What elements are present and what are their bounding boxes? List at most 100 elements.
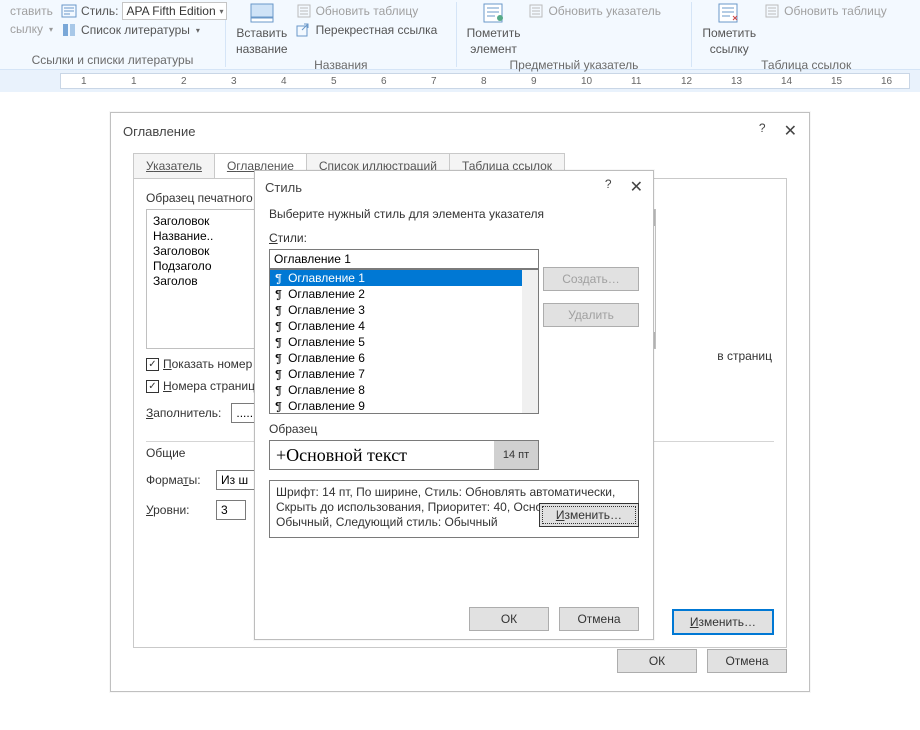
formats-combo[interactable]: Из ш: [216, 470, 256, 490]
new-style-button: Создать…: [543, 267, 639, 291]
style-icon: [61, 3, 77, 19]
style-list-item[interactable]: ¶ Оглавление 8: [270, 382, 538, 398]
style-list-item[interactable]: ¶ Оглавление 5: [270, 334, 538, 350]
style-list-item-label: Оглавление 7: [288, 367, 365, 381]
ruler-tick: 13: [731, 76, 742, 87]
style-row: Стиль: APA Fifth Edition▾: [61, 2, 227, 20]
cross-reference-row[interactable]: Перекрестная ссылка: [296, 21, 438, 39]
close-icon[interactable]: ✕: [630, 177, 643, 197]
style-list-item[interactable]: ¶Оглавление 6: [270, 350, 538, 366]
sample-preview: +Основной текст 14 пт: [269, 440, 539, 470]
insert-citation-line2[interactable]: сылку▾: [10, 20, 53, 38]
bibliography-row[interactable]: Список литературы▾: [61, 21, 227, 39]
modify-toc-button[interactable]: Изменить…: [672, 609, 774, 635]
cross-ref-icon: [296, 22, 312, 38]
style-list-item-label: Оглавление 4: [288, 319, 365, 333]
ruler-tick: 12: [681, 76, 692, 87]
ruler-tick: 1: [131, 76, 137, 87]
ribbon-group-label: Ссылки и списки литературы: [10, 51, 215, 67]
ruler-tick: 2: [181, 76, 187, 87]
style-name-input[interactable]: Оглавление 1: [269, 249, 539, 269]
delete-style-button: Удалить: [543, 303, 639, 327]
ribbon-group-label: Названия: [236, 56, 446, 72]
close-icon[interactable]: ✕: [784, 121, 797, 141]
insert-caption-button[interactable]: Вставить название: [236, 2, 288, 56]
checkbox-icon: ✓: [146, 380, 159, 393]
insert-citation-line1[interactable]: ставить: [10, 2, 53, 20]
help-icon[interactable]: ?: [605, 177, 612, 197]
levels-spinner[interactable]: 3: [216, 500, 246, 520]
ruler-tick: 16: [881, 76, 892, 87]
style-list-item-label: Оглавление 8: [288, 383, 365, 397]
pilcrow-icon: ¶: [275, 335, 282, 349]
ruler-tick: 14: [781, 76, 792, 87]
tab-index[interactable]: Указатель: [133, 153, 215, 178]
instruction-text: Выберите нужный стиль для элемента указа…: [269, 207, 639, 221]
dialog-style-title: Стиль: [265, 180, 302, 195]
style-list-item-label: Оглавление 9: [288, 399, 365, 413]
sample-label: Образец: [269, 422, 639, 436]
ruler-tick: 5: [331, 76, 337, 87]
ruler-tick: 6: [381, 76, 387, 87]
style-list-item-label: Оглавление 1: [288, 271, 365, 285]
dialog-style: Стиль ? ✕ Выберите нужный стиль для элем…: [254, 170, 654, 640]
style-list-item[interactable]: ¶ Оглавление 7: [270, 366, 538, 382]
style-combo[interactable]: APA Fifth Edition▾: [122, 2, 227, 20]
pilcrow-icon: ¶: [275, 399, 282, 413]
ruler-tick: 10: [581, 76, 592, 87]
sample-text: +Основной текст: [270, 445, 494, 466]
ribbon-group-citations: ставить сылку▾ Стиль: APA Fifth Edition▾…: [0, 0, 225, 69]
cancel-button[interactable]: Отмена: [707, 649, 787, 673]
dialog-style-titlebar: Стиль ? ✕: [255, 171, 653, 203]
style-list-item-label: Оглавление 2: [288, 287, 365, 301]
style-list-item[interactable]: ¶ Оглавление 4: [270, 318, 538, 334]
style-list-item-label: Оглавление 6: [288, 351, 365, 365]
bibliography-icon: [61, 22, 77, 38]
modify-style-button[interactable]: Изменить…: [539, 503, 639, 527]
horizontal-ruler[interactable]: 112345678910111213141516: [60, 73, 910, 89]
ribbon: ставить сылку▾ Стиль: APA Fifth Edition▾…: [0, 0, 920, 70]
checkbox-icon: ✓: [146, 358, 159, 371]
update-icon: [764, 3, 780, 19]
ruler-tick: 8: [481, 76, 487, 87]
pilcrow-icon: ¶: [275, 319, 282, 333]
ok-button[interactable]: ОК: [469, 607, 549, 631]
styles-listbox[interactable]: ¶Оглавление 1¶Оглавление 2¶Оглавление 3¶…: [269, 269, 539, 414]
ruler-tick: 3: [231, 76, 237, 87]
pilcrow-icon: ¶: [275, 303, 282, 317]
cancel-button[interactable]: Отмена: [559, 607, 639, 631]
tab-leader-label: Заполнитель:: [146, 406, 221, 420]
pages-suffix: в страниц: [717, 349, 772, 363]
ruler-tick: 9: [531, 76, 537, 87]
update-index-row: Обновить указатель: [528, 2, 661, 20]
pilcrow-icon: ¶: [275, 271, 282, 285]
update-authorities-row: Обновить таблицу: [764, 2, 887, 20]
listbox-scrollbar[interactable]: [522, 270, 538, 413]
update-icon: [296, 3, 312, 19]
dialog-toc-title: Оглавление: [123, 124, 195, 139]
help-icon[interactable]: ?: [759, 121, 766, 141]
update-table-row: Обновить таблицу: [296, 2, 438, 20]
ok-button[interactable]: ОК: [617, 649, 697, 673]
style-list-item[interactable]: ¶Оглавление 3: [270, 302, 538, 318]
mark-citation-icon: [715, 2, 743, 24]
style-list-item[interactable]: ¶ Оглавление 2: [270, 286, 538, 302]
dialog-toc-titlebar: Оглавление ? ✕: [111, 113, 809, 149]
pilcrow-icon: ¶: [275, 383, 282, 397]
style-list-item-label: Оглавление 5: [288, 335, 365, 349]
levels-label: Уровни:: [146, 503, 206, 517]
style-list-item[interactable]: ¶ Оглавление 1: [270, 270, 538, 286]
ruler-row: 112345678910111213141516: [0, 70, 920, 92]
mark-citation-button[interactable]: Пометить ссылку: [702, 2, 756, 56]
ribbon-group-label: Предметный указатель: [467, 56, 682, 72]
ribbon-group-index: Пометить элемент Обновить указатель Пред…: [457, 0, 692, 69]
ribbon-group-authorities: Пометить ссылку Обновить таблицу Таблица…: [692, 0, 920, 69]
formats-label: Форматы:: [146, 473, 206, 487]
style-list-item[interactable]: ¶ Оглавление 9: [270, 398, 538, 414]
pilcrow-icon: ¶: [275, 287, 282, 301]
ruler-tick: 11: [631, 76, 641, 87]
mark-entry-button[interactable]: Пометить элемент: [467, 2, 521, 56]
pilcrow-icon: ¶: [275, 367, 282, 381]
sample-size-badge: 14 пт: [494, 441, 538, 469]
ruler-tick: 15: [831, 76, 842, 87]
